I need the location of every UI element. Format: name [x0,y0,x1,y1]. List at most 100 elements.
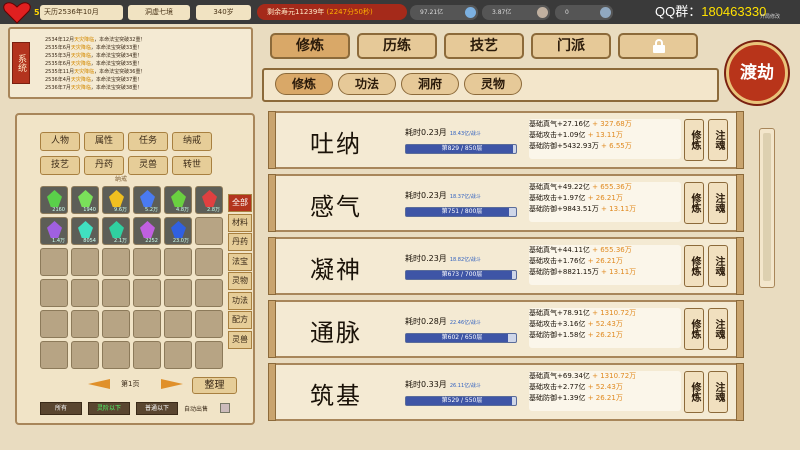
inventory-empty-slot[interactable] [71,310,99,338]
inventory-empty-slot[interactable] [71,248,99,276]
log-line: 2536年7月天灾降临，本命法宝突破38重！ [45,84,245,92]
inventory-item-slot[interactable]: 23.0万 [164,217,192,245]
filter-tab[interactable]: 灵兽 [228,330,252,349]
menu-pills-button[interactable]: 丹药 [84,156,124,175]
stat-base: 基础防御+8821.15万 [529,268,599,276]
auto-sell-label: 自动出售 [184,406,209,413]
inventory-item-slot[interactable]: 2252 [133,217,161,245]
tab-skills[interactable]: 技艺 [444,33,524,59]
filter-tab[interactable]: 配方 [228,311,252,329]
inventory-item-slot[interactable]: 8054 [71,217,99,245]
tab-sect[interactable]: 门派 [531,33,611,59]
inventory-empty-slot[interactable] [164,248,192,276]
subtab-techniques[interactable]: 功法 [338,73,396,95]
inventory-item-slot[interactable]: 4.8万 [164,186,192,214]
inventory-item-slot[interactable]: 5.2万 [133,186,161,214]
infuse-soul-button[interactable]: 注魂 [708,308,728,350]
log-date: 2534年12月 [45,37,75,43]
tab-cultivate[interactable]: 修炼 [270,33,350,59]
infuse-soul-button[interactable]: 注魂 [708,371,728,413]
inventory-empty-slot[interactable] [195,341,223,369]
inventory-item-slot[interactable]: 2160 [40,186,68,214]
cultivate-button[interactable]: 修炼 [684,245,704,287]
time-rate: 26.11亿/战斗 [449,383,481,389]
filter-tab[interactable]: 全部 [228,194,252,212]
sell-all-button[interactable]: 所有 [40,402,82,415]
inventory-empty-slot[interactable] [102,248,130,276]
cultivate-button[interactable]: 修炼 [684,119,704,161]
filter-tab[interactable]: 功法 [228,291,252,310]
list-scrollbar[interactable] [759,128,775,288]
inventory-empty-slot[interactable] [71,341,99,369]
inventory-item-slot[interactable]: 2.8万 [195,186,223,214]
inventory-empty-slot[interactable] [133,341,161,369]
filter-tab[interactable]: 灵物 [228,272,252,290]
menu-crafting-button[interactable]: 技艺 [40,156,80,175]
prev-page-arrow[interactable] [88,379,110,389]
filter-tab[interactable]: 法宝 [228,252,252,271]
sell-normal-button[interactable]: 普通以下 [136,402,178,415]
inventory-item-slot[interactable]: 1.4万 [40,217,68,245]
next-page-arrow[interactable] [161,379,183,389]
inventory-empty-slot[interactable] [195,217,223,245]
inventory-empty-slot[interactable] [102,279,130,307]
time-cost: 耗时0.23月 18.37亿/战斗 [405,190,481,201]
subtab-cave[interactable]: 洞府 [401,73,459,95]
stat-base: 基础攻击+2.77亿 [529,383,586,391]
inventory-empty-slot[interactable] [133,279,161,307]
stat-bonus: + 13.11万 [601,205,637,213]
log-text: ，本命法宝突破38重！ [90,85,143,91]
resource-2-value: 3.87亿 [492,9,512,16]
tab-locked[interactable] [618,33,698,59]
inventory-empty-slot[interactable] [40,310,68,338]
auto-sell-checkbox[interactable] [220,403,230,413]
inventory-item-slot[interactable]: 9.6万 [102,186,130,214]
sell-spirit-button[interactable]: 灵阶以下 [88,402,130,415]
infuse-soul-button[interactable]: 注魂 [708,119,728,161]
inventory-empty-slot[interactable] [40,248,68,276]
subtab-cultivate[interactable]: 修炼 [275,73,333,95]
inventory-empty-slot[interactable] [40,279,68,307]
inventory-empty-slot[interactable] [164,310,192,338]
stat-box: 基础真气+44.11亿 + 655.36万 基础攻击+1.76亿 + 26.21万… [529,245,681,285]
log-tab-system[interactable]: 系统 [12,42,30,84]
inventory-item-slot[interactable]: 2.1万 [102,217,130,245]
inventory-empty-slot[interactable] [71,279,99,307]
infuse-soul-button[interactable]: 注魂 [708,182,728,224]
menu-character-button[interactable]: 人物 [40,132,80,151]
menu-tasks-button[interactable]: 任务 [128,132,168,151]
inventory-empty-slot[interactable] [102,310,130,338]
inventory-empty-slot[interactable] [195,279,223,307]
subtab-spirit-items[interactable]: 灵物 [464,73,522,95]
scroll-rod-right [736,237,744,295]
infuse-soul-button[interactable]: 注魂 [708,245,728,287]
filter-tab[interactable]: 材料 [228,213,252,232]
lock-icon [653,39,665,53]
cultivate-button[interactable]: 修炼 [684,182,704,224]
inventory-item-slot[interactable]: 1940 [71,186,99,214]
inventory-empty-slot[interactable] [40,341,68,369]
tribulation-button[interactable]: 渡劫 [726,42,788,104]
time-cost: 耗时0.23月 18.43亿/战斗 [405,127,481,138]
inventory-empty-slot[interactable] [195,248,223,276]
filter-tab[interactable]: 丹药 [228,233,252,251]
cultivate-button[interactable]: 修炼 [684,371,704,413]
progress-text: 第602 / 650层 [441,334,483,341]
inventory-empty-slot[interactable] [102,341,130,369]
stat-line: 基础攻击+1.76亿 + 26.21万 [529,256,681,267]
menu-reincarnation-button[interactable]: 转世 [172,156,212,175]
inventory-empty-slot[interactable] [133,310,161,338]
inventory-empty-slot[interactable] [133,248,161,276]
scrollbar-thumb[interactable] [763,133,771,281]
sort-button[interactable]: 整理 [192,377,237,394]
inventory-empty-slot[interactable] [164,279,192,307]
menu-attributes-button[interactable]: 属性 [84,132,124,151]
tab-experience[interactable]: 历练 [357,33,437,59]
inventory-empty-slot[interactable] [164,341,192,369]
menu-beasts-button[interactable]: 灵兽 [128,156,168,175]
menu-ring-button[interactable]: 纳戒 [172,132,212,151]
inventory-empty-slot[interactable] [195,310,223,338]
stat-bonus: + 13.11万 [601,268,637,276]
stat-bonus: + 52.43万 [587,383,623,391]
cultivate-button[interactable]: 修炼 [684,308,704,350]
